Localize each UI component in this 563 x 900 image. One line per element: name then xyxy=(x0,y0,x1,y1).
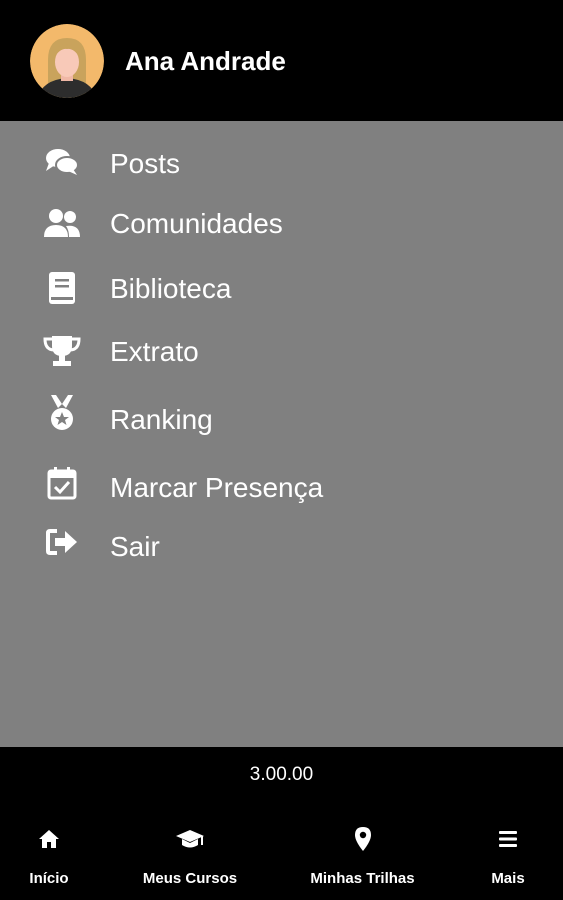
menu-item-biblioteca[interactable]: Biblioteca xyxy=(0,268,563,318)
comments-icon xyxy=(40,143,84,183)
menu-label: Extrato xyxy=(110,336,199,367)
avatar[interactable] xyxy=(30,24,104,98)
menu-item-posts[interactable]: Posts xyxy=(0,143,563,193)
menu-item-sair[interactable]: Sair xyxy=(0,526,563,576)
menu-label: Marcar Presença xyxy=(110,472,324,503)
menu-item-marcar-presenca[interactable]: Marcar Presença xyxy=(0,467,563,517)
tab-meus-cursos[interactable]: Meus Cursos xyxy=(120,812,260,900)
tab-minhas-trilhas[interactable]: Minhas Trilhas xyxy=(290,812,435,900)
graduation-cap-icon xyxy=(120,826,260,852)
menu-label: Sair xyxy=(110,531,160,562)
menu-item-extrato[interactable]: Extrato xyxy=(0,331,563,381)
users-icon xyxy=(40,203,84,243)
trophy-icon xyxy=(40,331,84,371)
map-marker-icon xyxy=(290,826,435,852)
book-icon xyxy=(40,268,84,308)
tab-label: Mais xyxy=(491,870,525,887)
tab-mais[interactable]: Mais xyxy=(468,812,548,900)
medal-icon xyxy=(40,393,84,433)
menu-label: Posts xyxy=(110,148,181,179)
tab-label: Meus Cursos xyxy=(142,870,238,887)
tab-inicio[interactable]: Início xyxy=(0,812,98,900)
calendar-check-icon xyxy=(40,463,84,503)
tab-label: Início xyxy=(29,870,69,887)
menu-label: Biblioteca xyxy=(110,273,232,304)
home-icon xyxy=(0,826,98,852)
profile-header: Ana Andrade xyxy=(0,0,563,121)
side-menu: Posts Comunidades Biblioteca Extrato Ran… xyxy=(0,121,563,747)
app-version: 3.00.00 xyxy=(249,764,314,785)
menu-item-comunidades[interactable]: Comunidades xyxy=(0,203,563,253)
menu-label: Comunidades xyxy=(110,208,283,239)
menu-label: Ranking xyxy=(110,404,213,435)
sign-out-icon xyxy=(40,522,84,562)
menu-item-ranking[interactable]: Ranking xyxy=(0,395,563,449)
menu-icon xyxy=(468,826,548,852)
tab-label: Minhas Trilhas xyxy=(310,870,415,887)
bottom-tab-bar: Início Meus Cursos Minhas Trilhas Mais xyxy=(0,812,563,900)
user-name: Ana Andrade xyxy=(125,46,286,76)
